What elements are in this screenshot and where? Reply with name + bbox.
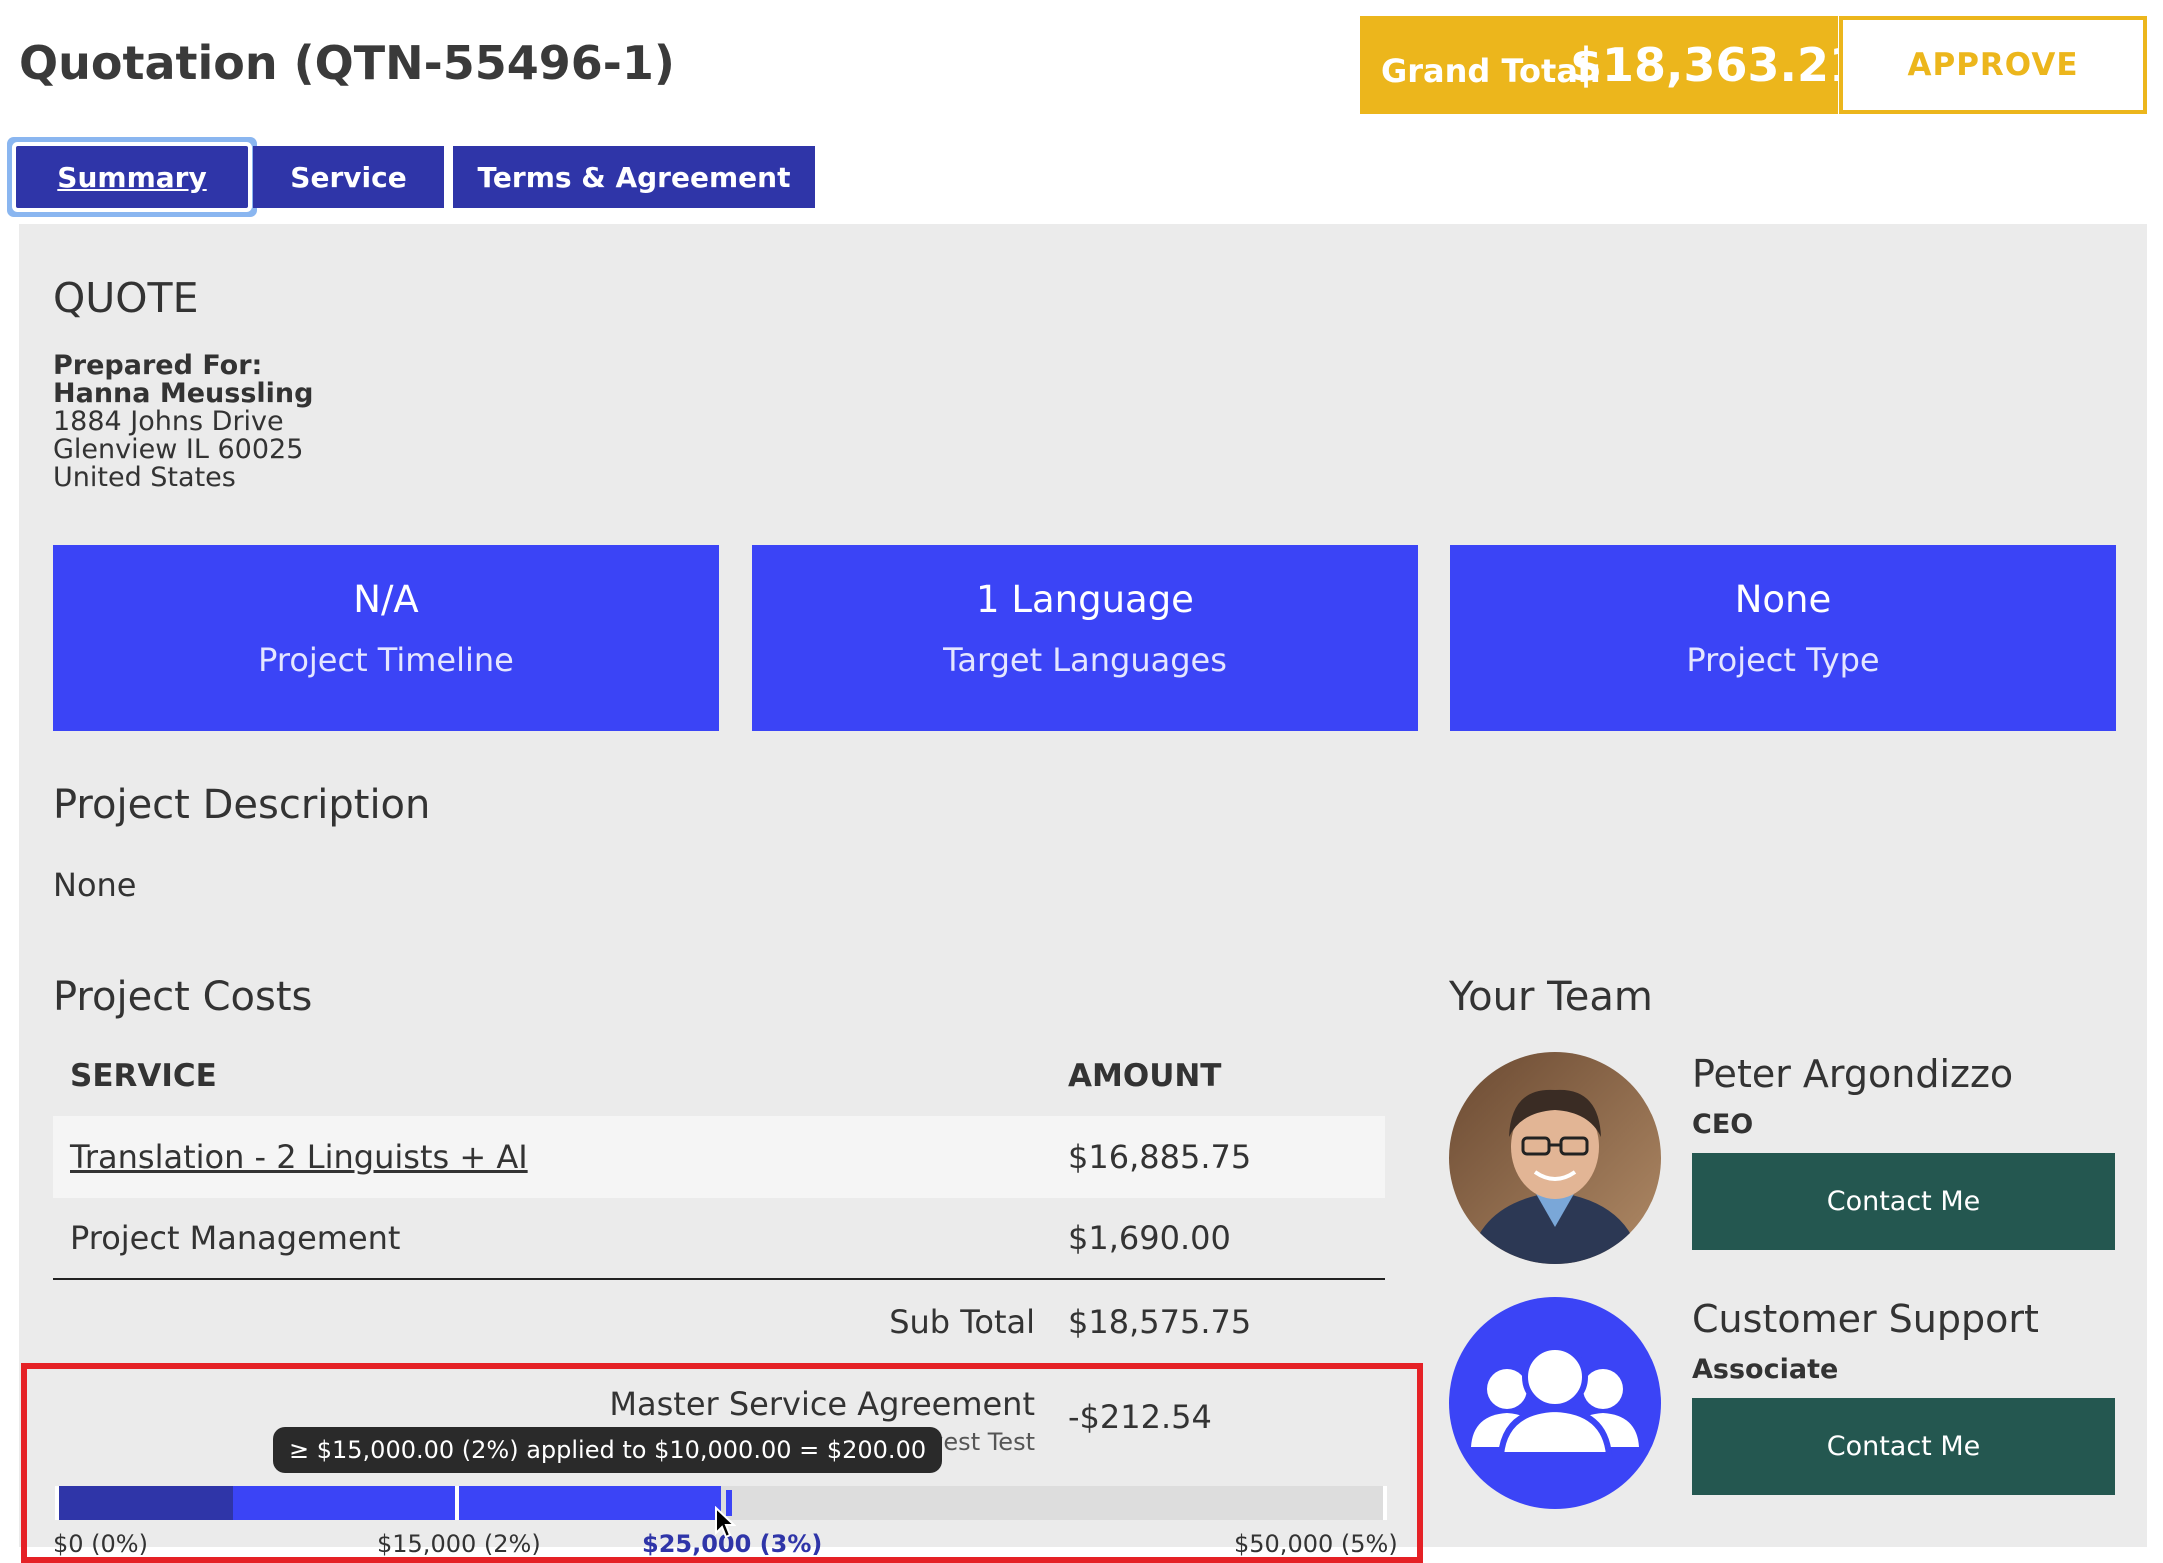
subtotal-label: Sub Total (889, 1303, 1035, 1341)
card-value: None (1734, 578, 1832, 621)
tier-tick (1383, 1486, 1387, 1520)
card-label: Target Languages (943, 641, 1227, 679)
tier-tick (55, 1486, 59, 1520)
tab-terms-agreement[interactable]: Terms & Agreement (453, 146, 815, 208)
card-value: N/A (353, 578, 419, 621)
summary-panel (19, 224, 2147, 1547)
page-title: Quotation (QTN-55496-1) (19, 36, 675, 90)
client-name: Hanna Meussling (53, 378, 314, 409)
tier-tick (455, 1486, 459, 1520)
mouse-cursor-icon (715, 1506, 736, 1539)
discount-label: Master Service Agreement (609, 1385, 1035, 1423)
column-header-service: SERVICE (70, 1058, 217, 1094)
tier-label: $0 (0%) (53, 1530, 148, 1558)
team-member-name: Peter Argondizzo (1692, 1052, 2014, 1096)
column-header-amount: AMOUNT (1068, 1058, 1222, 1094)
subtotal-value: $18,575.75 (1068, 1303, 1252, 1341)
approve-button[interactable]: APPROVE (1839, 16, 2147, 114)
grand-total-value: $18,363.21 (1570, 38, 1862, 92)
your-team-heading: Your Team (1449, 974, 1653, 1020)
bar-fill-applied (55, 1486, 233, 1520)
tab-summary[interactable]: Summary (16, 146, 248, 208)
service-name: Project Management (70, 1219, 401, 1257)
contact-me-button[interactable]: Contact Me (1692, 1398, 2115, 1495)
grand-total-label: Grand Total: (1381, 52, 1602, 90)
support-team-icon (1449, 1297, 1661, 1509)
card-target-languages: 1 Language Target Languages (752, 545, 1418, 731)
tier-label: $50,000 (5%) (1234, 1530, 1398, 1558)
card-label: Project Timeline (258, 641, 514, 679)
team-member-role: Associate (1692, 1354, 1839, 1385)
card-value: 1 Language (976, 578, 1194, 621)
discount-tooltip: ≥ $15,000.00 (2%) applied to $10,000.00 … (273, 1427, 943, 1473)
discount-value: -$212.54 (1068, 1398, 1212, 1436)
team-member-role: CEO (1692, 1109, 1754, 1140)
tab-service[interactable]: Service (253, 146, 444, 208)
address-line-1: 1884 Johns Drive (53, 406, 284, 437)
avatar-photo (1449, 1052, 1661, 1264)
table-divider (53, 1278, 1385, 1280)
quote-heading: QUOTE (53, 274, 199, 322)
card-project-timeline: N/A Project Timeline (53, 545, 719, 731)
project-description-value: None (53, 866, 137, 904)
prepared-for-label: Prepared For: (53, 350, 263, 381)
address-country: United States (53, 462, 236, 493)
project-costs-heading: Project Costs (53, 974, 313, 1020)
contact-me-button[interactable]: Contact Me (1692, 1153, 2115, 1250)
project-description-heading: Project Description (53, 782, 431, 828)
team-member-name: Customer Support (1692, 1297, 2039, 1341)
address-line-2: Glenview IL 60025 (53, 434, 304, 465)
service-link-translation[interactable]: Translation - 2 Linguists + AI (70, 1138, 528, 1176)
service-amount: $16,885.75 (1068, 1138, 1252, 1176)
tier-label: $15,000 (2%) (377, 1530, 541, 1558)
card-project-type: None Project Type (1450, 545, 2116, 731)
service-amount: $1,690.00 (1068, 1219, 1231, 1257)
card-label: Project Type (1686, 641, 1880, 679)
